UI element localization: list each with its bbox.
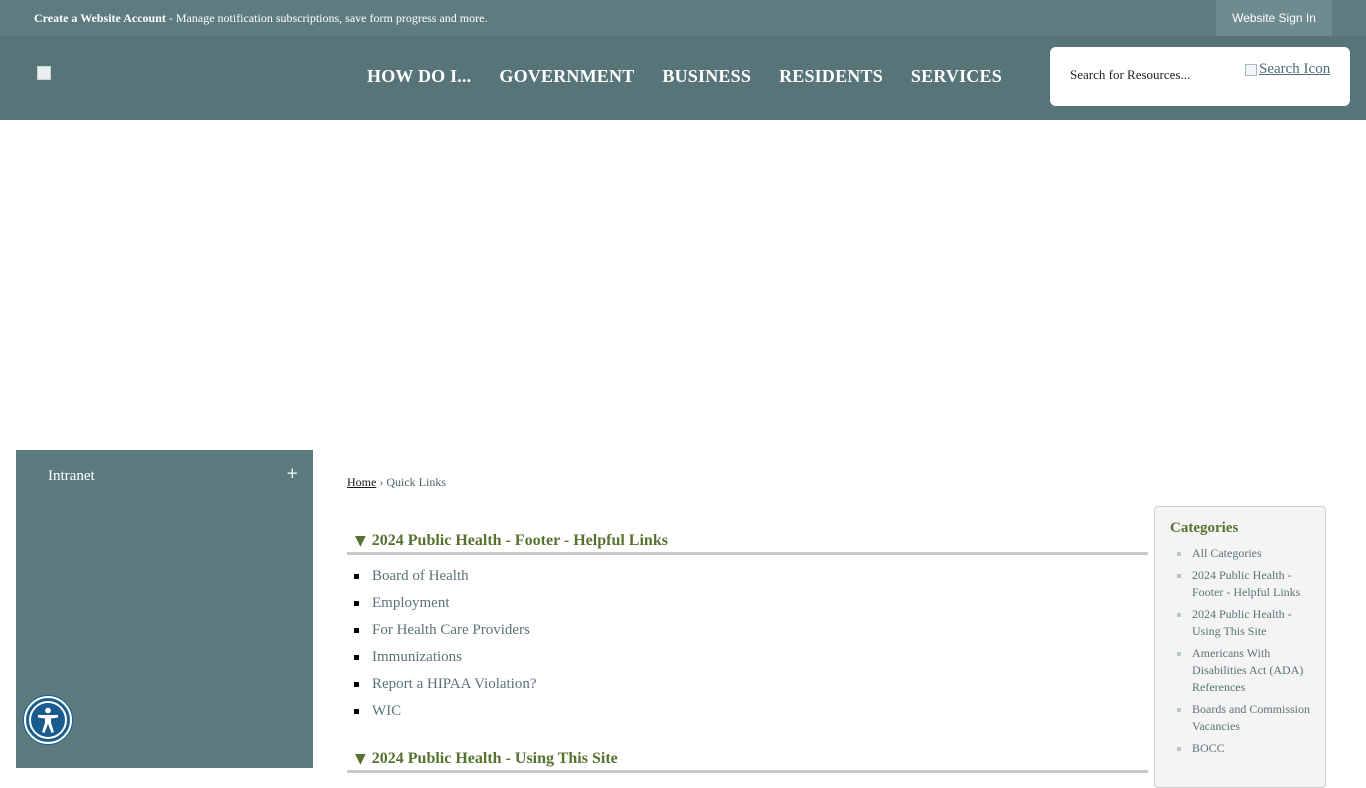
link-employment[interactable]: Employment: [347, 590, 1148, 617]
categories-list: All Categories 2024 Public Health - Foot…: [1177, 545, 1317, 762]
categories-title: Categories: [1170, 520, 1239, 536]
categories-panel: Categories All Categories 2024 Public He…: [1154, 506, 1326, 788]
accessibility-button[interactable]: [24, 696, 72, 744]
nav-services[interactable]: SERVICES: [911, 66, 1002, 87]
nav-residents[interactable]: RESIDENTS: [779, 66, 883, 87]
sidebar-item-intranet[interactable]: Intranet: [48, 468, 95, 485]
category-item[interactable]: Boards and Commission Vacancies: [1177, 701, 1317, 735]
breadcrumb-current: Quick Links: [386, 475, 446, 489]
category-item[interactable]: All Categories: [1177, 545, 1317, 562]
top-utility-bar: Create a Website Account - Manage notifi…: [0, 0, 1366, 36]
search-button[interactable]: Search Icon: [1245, 61, 1330, 78]
create-account-message[interactable]: Create a Website Account - Manage notifi…: [34, 11, 487, 26]
create-account-link[interactable]: Create a Website Account: [34, 11, 166, 25]
link-wic[interactable]: WIC: [347, 698, 1148, 725]
breadcrumb: Home › Quick Links: [347, 475, 446, 490]
section-using-this-site: ▼ 2024 Public Health - Using This Site: [347, 750, 1148, 773]
breadcrumb-separator: ›: [379, 475, 384, 489]
main-content: Home › Quick Links ▼ 2024 Public Health - F…: [313, 450, 1351, 788]
category-item[interactable]: BOCC: [1177, 740, 1317, 757]
nav-business[interactable]: BUSINESS: [662, 66, 751, 87]
website-sign-in-button[interactable]: Website Sign In: [1216, 0, 1332, 36]
accessibility-icon: [29, 701, 67, 739]
section-title: 2024 Public Health - Using This Site: [371, 750, 618, 767]
category-item[interactable]: 2024 Public Health - Footer - Helpful Li…: [1177, 567, 1317, 601]
search-input[interactable]: [1068, 66, 1232, 84]
main-navigation: HOW DO I... GOVERNMENT BUSINESS RESIDENT…: [367, 66, 1030, 87]
link-list: Board of Health Employment For Health Ca…: [347, 563, 1148, 725]
nav-how-do-i[interactable]: HOW DO I...: [367, 66, 471, 87]
section-heading[interactable]: ▼ 2024 Public Health - Using This Site: [347, 750, 1148, 773]
link-health-care-providers[interactable]: For Health Care Providers: [347, 617, 1148, 644]
category-item[interactable]: Americans With Disabilities Act (ADA) Re…: [1177, 645, 1317, 696]
link-board-of-health[interactable]: Board of Health: [347, 563, 1148, 590]
search-icon-alt-text: Search Icon: [1259, 61, 1331, 77]
create-account-description: - Manage notification subscriptions, sav…: [165, 11, 488, 25]
search-box: Search Icon: [1050, 47, 1350, 106]
section-helpful-links: ▼ 2024 Public Health - Footer - Helpful L…: [347, 532, 1148, 725]
triangle-down-icon: ▼: [355, 533, 366, 549]
breadcrumb-home-link[interactable]: Home: [347, 475, 376, 489]
section-title: 2024 Public Health - Footer - Helpful Li…: [371, 532, 668, 549]
link-immunizations[interactable]: Immunizations: [347, 644, 1148, 671]
link-report-hipaa[interactable]: Report a HIPAA Violation?: [347, 671, 1148, 698]
nav-government[interactable]: GOVERNMENT: [499, 66, 634, 87]
triangle-down-icon: ▼: [355, 751, 366, 767]
site-logo-broken-image-icon[interactable]: [37, 66, 51, 80]
section-heading[interactable]: ▼ 2024 Public Health - Footer - Helpful L…: [347, 532, 1148, 555]
site-header: HOW DO I... GOVERNMENT BUSINESS RESIDENT…: [0, 36, 1366, 120]
broken-image-icon: [1245, 63, 1257, 76]
category-item[interactable]: 2024 Public Health - Using This Site: [1177, 606, 1317, 640]
expand-plus-icon[interactable]: +: [286, 464, 299, 482]
